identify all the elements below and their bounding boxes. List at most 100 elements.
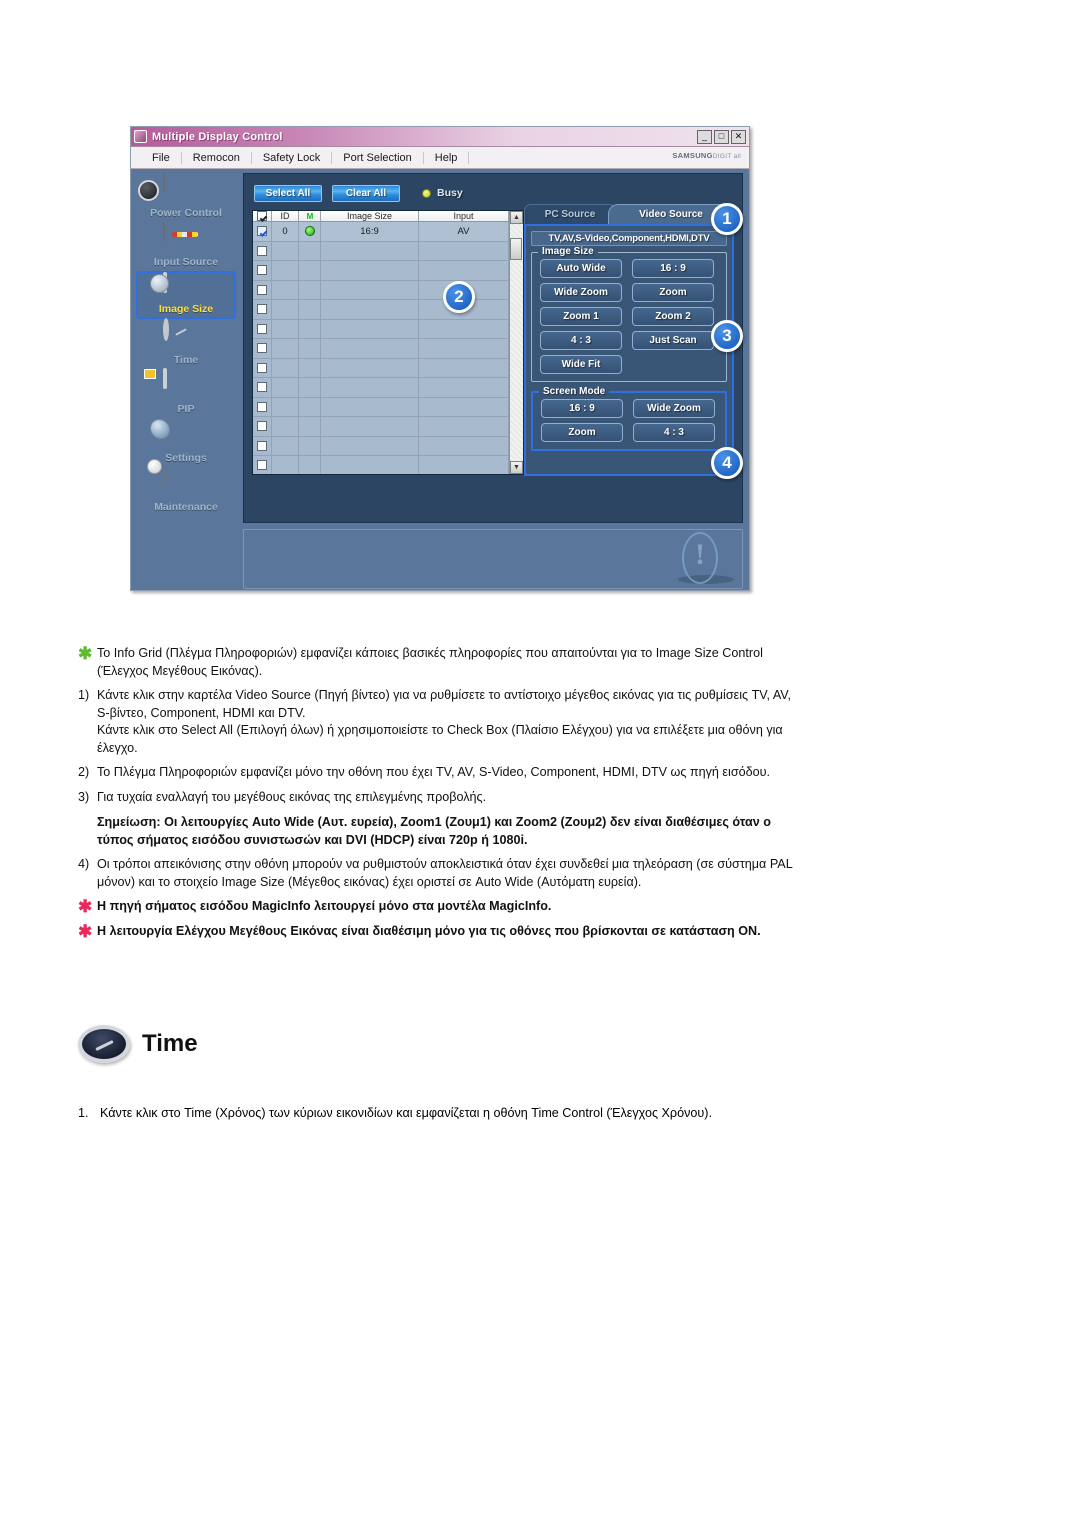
image-size-control-panel: Select All Clear All Busy ID M Image Siz… [243, 173, 743, 523]
screen-mode-sixteen-nine-button[interactable]: 16 : 9 [541, 399, 623, 418]
row-checkbox[interactable] [253, 241, 272, 261]
checkbox-icon[interactable] [257, 401, 267, 412]
row-checkbox[interactable] [253, 397, 272, 417]
table-row[interactable] [253, 339, 509, 359]
table-row[interactable] [253, 319, 509, 339]
checkbox-icon[interactable] [257, 460, 267, 471]
screen-mode-four-three-button[interactable]: 4 : 3 [633, 423, 715, 442]
row-checkbox[interactable] [253, 319, 272, 339]
table-row[interactable] [253, 397, 509, 417]
menu-item-remocon[interactable]: Remocon [182, 151, 252, 164]
column-header-image-size: Image Size [321, 211, 419, 222]
checkbox-icon[interactable] [257, 284, 267, 295]
checkbox-icon[interactable] [257, 265, 267, 276]
row-checkbox[interactable] [253, 456, 272, 474]
close-button[interactable]: ✕ [731, 129, 746, 144]
menu-item-help[interactable]: Help [424, 151, 470, 164]
row-checkbox[interactable] [253, 358, 272, 378]
list-item-4-text: Οι τρόποι απεικόνισης στην οθόνη μπορούν… [97, 857, 793, 889]
row-checkbox[interactable] [253, 222, 272, 242]
checkbox-icon[interactable] [257, 245, 267, 256]
menu-item-file[interactable]: File [141, 151, 182, 164]
table-row[interactable] [253, 261, 509, 281]
zoom-button[interactable]: Zoom [632, 283, 714, 302]
menu-item-port-selection[interactable]: Port Selection [332, 151, 424, 164]
table-row[interactable]: 0 16:9 AV [253, 222, 509, 242]
screen-mode-wide-zoom-button[interactable]: Wide Zoom [633, 399, 715, 418]
row-checkbox[interactable] [253, 339, 272, 359]
list-number: 4) [78, 857, 90, 871]
table-row[interactable] [253, 358, 509, 378]
checkbox-icon[interactable] [257, 323, 267, 334]
column-header-checkbox[interactable] [253, 211, 272, 222]
grid-vertical-scrollbar[interactable]: ▲ ▼ [509, 211, 523, 474]
sidebar-label: Maintenance [154, 501, 218, 513]
four-three-button[interactable]: 4 : 3 [540, 331, 622, 350]
image-size-fieldset: Image Size Auto Wide 16 : 9 Wide Zoom Zo… [531, 246, 727, 382]
cell-input [419, 417, 509, 437]
maximize-button[interactable]: □ [714, 129, 729, 144]
checkbox-icon[interactable] [257, 304, 267, 315]
row-checkbox[interactable] [253, 417, 272, 437]
row-checkbox[interactable] [253, 280, 272, 300]
scrollbar-thumb[interactable] [510, 238, 522, 260]
table-row[interactable] [253, 436, 509, 456]
sidebar-item-input-source[interactable]: Input Source [136, 222, 236, 270]
sidebar-item-time[interactable]: Time [136, 318, 236, 368]
tab-pc-source[interactable]: PC Source [524, 204, 616, 224]
row-checkbox[interactable] [253, 261, 272, 281]
select-all-button[interactable]: Select All [254, 184, 322, 202]
row-checkbox[interactable] [253, 378, 272, 398]
sixteen-nine-button[interactable]: 16 : 9 [632, 259, 714, 278]
time-section-title: Time [142, 1030, 198, 1057]
cell-id [272, 261, 299, 281]
table-row[interactable] [253, 241, 509, 261]
sidebar-item-maintenance[interactable]: Maintenance [136, 467, 236, 515]
menu-item-safety-lock[interactable]: Safety Lock [252, 151, 333, 164]
cell-id: 0 [272, 222, 299, 242]
info-grid-table[interactable]: ID M Image Size Input 0 16:9 AV ▲ ▼ [252, 210, 524, 475]
table-row[interactable] [253, 378, 509, 398]
cell-image-size [321, 397, 419, 417]
input-source-icon [163, 222, 209, 257]
sidebar-item-power-control[interactable]: Power Control [136, 173, 236, 221]
wide-zoom-button[interactable]: Wide Zoom [540, 283, 622, 302]
sidebar-label: Settings [165, 452, 207, 464]
checkbox-icon[interactable] [257, 440, 267, 451]
just-scan-button[interactable]: Just Scan [632, 331, 714, 350]
time-section: Time [0, 1025, 1080, 1063]
table-row[interactable] [253, 417, 509, 437]
cell-power-status [299, 456, 321, 474]
scroll-up-arrow-icon[interactable]: ▲ [510, 211, 523, 224]
sidebar-item-image-size[interactable]: Image Size [136, 271, 236, 319]
checkbox-icon[interactable] [257, 421, 267, 432]
auto-wide-button[interactable]: Auto Wide [540, 259, 622, 278]
cell-image-size [321, 261, 419, 281]
minimize-button[interactable]: _ [697, 129, 712, 144]
table-row[interactable] [253, 456, 509, 474]
zoom-2-button[interactable]: Zoom 2 [632, 307, 714, 326]
screen-mode-buttons: 16 : 9 Wide Zoom Zoom 4 : 3 [541, 399, 717, 442]
screen-mode-zoom-button[interactable]: Zoom [541, 423, 623, 442]
row-checkbox[interactable] [253, 300, 272, 320]
sidebar-item-pip[interactable]: PIP [136, 368, 236, 417]
scrollbar-track[interactable] [510, 224, 523, 461]
list-number: 1) [78, 688, 90, 702]
scroll-down-arrow-icon[interactable]: ▼ [510, 461, 523, 474]
cell-input [419, 397, 509, 417]
clear-all-button[interactable]: Clear All [332, 184, 400, 202]
cell-input [419, 241, 509, 261]
source-settings-panel: PC Source Video Source TV,AV,S-Video,Com… [524, 204, 734, 476]
checkbox-icon[interactable] [257, 362, 267, 373]
wide-fit-button[interactable]: Wide Fit [540, 355, 622, 374]
cell-power-status [299, 300, 321, 320]
screen-mode-legend: Screen Mode [539, 386, 610, 397]
checkbox-icon[interactable] [257, 343, 267, 354]
star-note-1-text: Η πηγή σήματος εισόδου MagicInfo λειτουρ… [97, 899, 552, 913]
checkbox-icon[interactable] [257, 382, 267, 393]
cell-power-status [299, 280, 321, 300]
info-grid-body: ID M Image Size Input 0 16:9 AV [253, 211, 509, 474]
checkbox-icon[interactable] [257, 226, 267, 237]
row-checkbox[interactable] [253, 436, 272, 456]
zoom-1-button[interactable]: Zoom 1 [540, 307, 622, 326]
